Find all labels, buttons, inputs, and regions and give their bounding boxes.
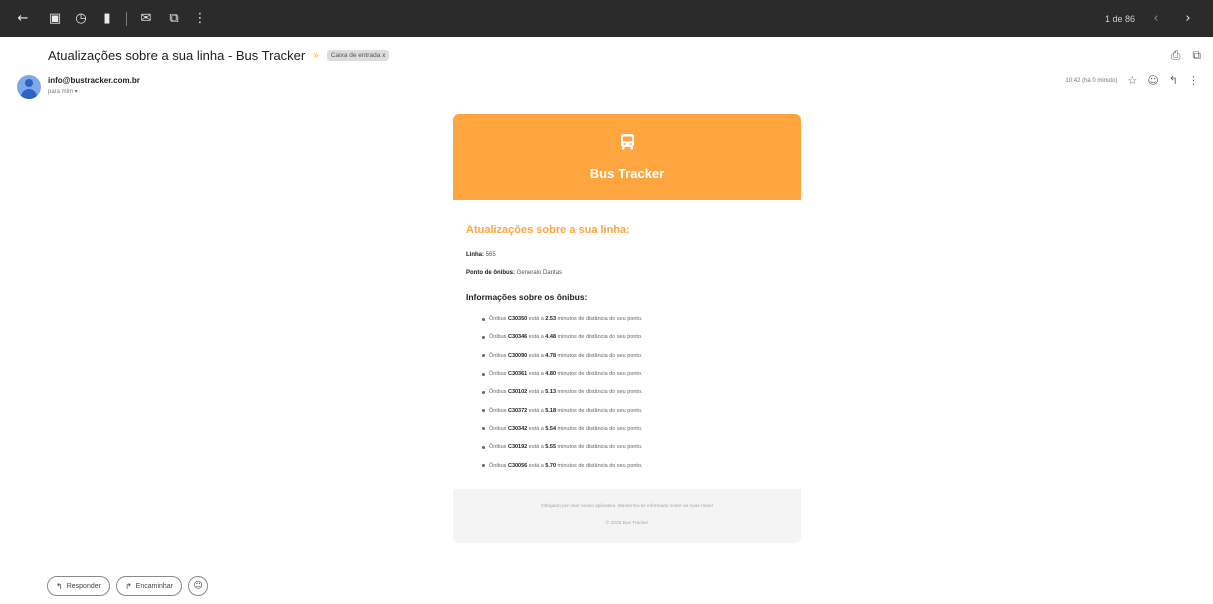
bus-icon (621, 134, 634, 150)
email-footer: Obrigado por usar nosso aplicativo. Mant… (453, 489, 801, 543)
toolbar-divider (126, 11, 127, 26)
list-item: Ônibus C30361 está a 4.80 minutos de dis… (482, 365, 782, 383)
reply-button[interactable]: ↰ Responder (47, 576, 110, 596)
email-subject: Atualizações sobre a sua linha - Bus Tra… (48, 48, 306, 63)
footer-copyright: © 2025 Bus Tracker (605, 521, 649, 526)
reply-actions: ↰ Responder ↱ Encaminhar ☺ (47, 576, 209, 596)
bus-info-heading: Informações sobre os ônibus: (466, 292, 588, 302)
forward-label: Encaminhar (135, 582, 174, 590)
inbox-label-chip[interactable]: Caixa de entrada x (326, 50, 390, 61)
forward-button[interactable]: ↱ Encaminhar (115, 576, 183, 596)
stop-value: Generalo Dantas (516, 270, 563, 276)
line-info: Linha: 565 (466, 252, 496, 258)
stop-label: Ponto de ônibus: (466, 270, 515, 276)
subject-row: Atualizações sobre a sua linha - Bus Tra… (48, 48, 390, 63)
avatar (17, 75, 41, 99)
trash-icon[interactable]: ▮ (96, 8, 118, 30)
list-item: Ônibus C30350 está a 2.53 minutos de dis… (482, 310, 782, 328)
clock-icon[interactable]: ◷ (70, 8, 92, 30)
sender-email[interactable]: info@bustracker.com.br (48, 76, 140, 85)
updates-heading: Atualizações sobre a sua linha: (466, 224, 630, 236)
list-item: Ônibus C30346 está a 4.48 minutos de dis… (482, 328, 782, 346)
list-item: Ônibus C30342 está a 5.54 minutos de dis… (482, 420, 782, 438)
more-options-icon[interactable]: ⋮ (1188, 74, 1199, 87)
star-icon[interactable]: ☆ (1127, 74, 1137, 87)
footer-message: Obrigado por usar nosso aplicativo. Mant… (541, 504, 713, 509)
reply-label: Responder (66, 582, 101, 590)
print-icon[interactable]: ⎙ (1171, 48, 1181, 63)
bus-list: Ônibus C30350 está a 2.53 minutos de dis… (482, 310, 782, 475)
reply-icon: ↰ (56, 581, 63, 591)
email-brand-title: Bus Tracker (589, 166, 665, 181)
message-time: 10:42 (há 0 minuto) (1065, 77, 1118, 84)
emoji-button[interactable]: ☺ (188, 576, 209, 596)
emoji-icon: ☺ (193, 581, 203, 591)
back-arrow-icon[interactable]: ← (12, 8, 34, 30)
recipient-details[interactable]: para mim ▾ (48, 88, 78, 95)
importance-marker-icon[interactable]: » (313, 50, 319, 61)
message-meta: 10:42 (há 0 minuto) ☆ ☺ ↰ ⋮ (1065, 74, 1199, 87)
move-to-icon[interactable]: ⧉ (163, 8, 185, 30)
next-message-icon[interactable]: › (1177, 8, 1199, 30)
message-count: 1 de 86 (1104, 13, 1135, 24)
line-label: Linha: (466, 252, 484, 258)
recipient-label: para mim (48, 89, 74, 95)
list-item: Ônibus C30102 está a 5.13 minutos de dis… (482, 383, 782, 401)
list-item: Ônibus C30372 está a 5.18 minutos de dis… (482, 401, 782, 419)
emoji-react-icon[interactable]: ☺ (1147, 74, 1158, 87)
top-toolbar: ← ▣ ◷ ▮ ✉ ⧉ ⋮ 1 de 86 ‹ › (0, 0, 1213, 37)
stop-info: Ponto de ônibus: Generalo Dantas (466, 270, 562, 276)
list-item: Ônibus C30192 está a 5.55 minutos de dis… (482, 438, 782, 456)
subject-actions: ⎙ ⧉ (1171, 48, 1201, 63)
line-value: 565 (485, 252, 496, 258)
pagination: 1 de 86 ‹ › (1105, 0, 1199, 37)
email-body: Atualizações sobre a sua linha: Linha: 5… (466, 224, 796, 469)
list-item: Ônibus C30090 está a 4.78 minutos de dis… (482, 347, 782, 365)
archive-icon[interactable]: ▣ (44, 8, 66, 30)
mark-unread-icon[interactable]: ✉ (135, 8, 157, 30)
forward-icon: ↱ (124, 581, 132, 591)
open-new-window-icon[interactable]: ⧉ (1192, 48, 1201, 63)
prev-message-icon[interactable]: ‹ (1145, 8, 1167, 30)
reply-icon[interactable]: ↰ (1169, 74, 1178, 87)
list-item: Ônibus C30056 está a 5.70 minutos de dis… (482, 456, 782, 474)
email-header-banner: Bus Tracker (453, 114, 801, 200)
more-vert-icon[interactable]: ⋮ (189, 8, 211, 30)
